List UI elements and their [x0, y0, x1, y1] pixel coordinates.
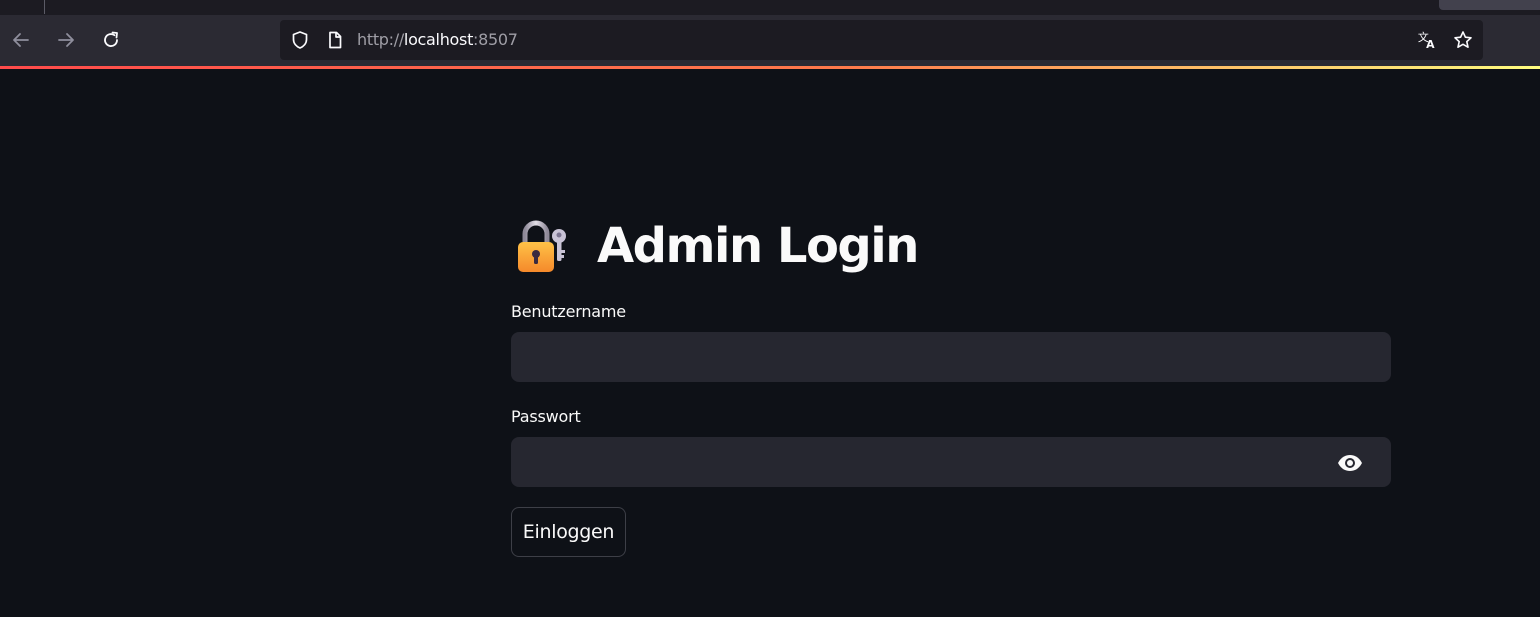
bookmark-star-icon[interactable]: [1453, 30, 1473, 50]
url-host: localhost: [403, 30, 474, 49]
svg-text:A: A: [1426, 38, 1435, 51]
page-info-icon[interactable]: [325, 30, 345, 50]
forward-button[interactable]: [51, 25, 81, 55]
tab-overflow[interactable]: [1439, 0, 1540, 10]
page-title-row: Admin Login: [511, 210, 919, 282]
arrow-right-icon: [58, 33, 74, 47]
login-button[interactable]: Einloggen: [511, 507, 626, 557]
eye-icon: [1338, 455, 1362, 471]
password-label: Passwort: [511, 407, 581, 426]
app-main: Admin Login Benutzername Passwort Einlog…: [0, 69, 1540, 617]
arrow-left-icon: [13, 33, 29, 47]
page-title: Admin Login: [597, 218, 919, 274]
locked-with-key-icon: [518, 220, 566, 272]
reload-button[interactable]: [96, 25, 126, 55]
url-scheme: http://: [357, 30, 404, 49]
browser-toolbar: http://localhost:8507 文 A: [0, 15, 1540, 66]
username-label: Benutzername: [511, 302, 626, 321]
password-input[interactable]: [511, 437, 1391, 487]
translate-icon[interactable]: 文 A: [1417, 30, 1437, 51]
url-text[interactable]: http://localhost:8507: [357, 30, 518, 50]
back-button[interactable]: [6, 25, 36, 55]
browser-tabstrip: [0, 0, 1540, 15]
username-input[interactable]: [511, 332, 1391, 382]
shield-icon[interactable]: [290, 30, 310, 50]
reload-icon: [104, 31, 118, 47]
tab-separator: [44, 0, 45, 14]
url-port: :8507: [473, 30, 518, 49]
address-bar[interactable]: http://localhost:8507 文 A: [280, 20, 1483, 60]
show-password-button[interactable]: [1333, 451, 1367, 475]
